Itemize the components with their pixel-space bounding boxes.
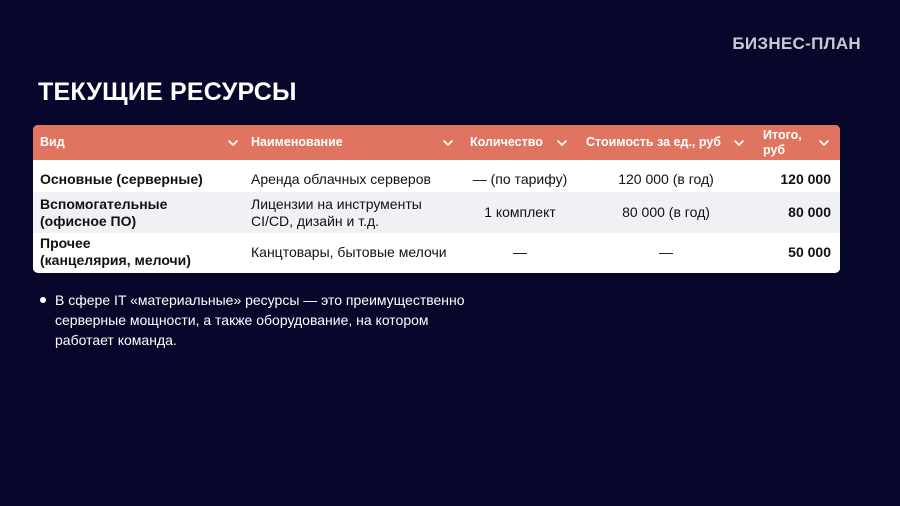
cell-quantity-text: — — [513, 243, 527, 260]
cell-type: Вспомогательные (офисное ПО) — [40, 192, 245, 233]
column-header-unit-cost[interactable]: Стоимость за ед., руб — [586, 125, 751, 160]
cell-type-text: Основные (серверные) — [40, 170, 203, 187]
chevron-down-icon[interactable] — [733, 137, 745, 149]
bullet-text-line: работает команда. — [55, 332, 177, 348]
column-header-label-line: руб — [763, 142, 786, 157]
cell-quantity: — — [461, 233, 579, 271]
cell-name: Лицензии на инструменты CI/CD, дизайн и … — [251, 192, 461, 233]
cell-type-line: Прочее — [40, 235, 91, 251]
cell-unit-cost: 120 000 (в год) — [586, 166, 746, 192]
cell-quantity-text: 1 комплект — [484, 204, 556, 220]
cell-quantity: — (по тарифу) — [461, 166, 579, 192]
cell-type: Прочее (канцелярия, мелочи) — [40, 233, 245, 271]
column-header-total[interactable]: Итого, руб — [763, 125, 833, 160]
chevron-down-icon[interactable] — [818, 137, 830, 149]
cell-total-text: 80 000 — [788, 204, 831, 220]
cell-total: 50 000 — [753, 233, 831, 271]
table-row: Вспомогательные (офисное ПО) Лицензии на… — [33, 192, 840, 233]
table-row: Основные (серверные) Аренда облачных сер… — [33, 166, 840, 192]
cell-name: Канцтовары, бытовые мелочи — [251, 233, 473, 271]
cell-type-line: (канцелярия, мелочи) — [40, 252, 191, 268]
bullet-text: В сфере IT «материальные» ресурсы — это … — [55, 290, 505, 350]
cell-name-text: Аренда облачных серверов — [251, 170, 431, 187]
column-header-label: Вид — [40, 135, 65, 149]
chevron-down-icon[interactable] — [442, 137, 454, 149]
chevron-down-icon[interactable] — [227, 137, 239, 149]
cell-name-line: CI/CD, дизайн и т.д. — [251, 212, 380, 229]
column-header-label: Итого, руб — [763, 128, 802, 158]
cell-type-line: Вспомогательные — [40, 195, 168, 212]
table-header: Вид Наименование Количество Стоимость за… — [33, 125, 840, 160]
column-header-label: Стоимость за ед., руб — [586, 135, 722, 149]
resources-table: Вид Наименование Количество Стоимость за… — [33, 125, 840, 273]
cell-total-text: 120 000 — [780, 170, 831, 187]
table-row: Прочее (канцелярия, мелочи) Канцтовары, … — [33, 233, 840, 271]
cell-total-text: 50 000 — [788, 243, 831, 260]
cell-type-text: Вспомогательные (офисное ПО) — [40, 196, 167, 230]
column-header-quantity[interactable]: Количество — [470, 125, 570, 160]
cell-total: 120 000 — [753, 166, 831, 192]
brand-label: БИЗНЕС-ПЛАН — [732, 34, 861, 53]
cell-unit-cost: — — [586, 233, 746, 271]
cell-name: Аренда облачных серверов — [251, 166, 461, 192]
chevron-down-icon[interactable] — [556, 137, 568, 149]
cell-type-text: Прочее (канцелярия, мелочи) — [40, 235, 191, 269]
cell-name-text: Лицензии на инструменты CI/CD, дизайн и … — [251, 196, 422, 230]
page-title: ТЕКУЩИЕ РЕСУРСЫ — [38, 78, 297, 106]
bullet-dot-icon — [40, 297, 46, 303]
cell-total: 80 000 — [753, 192, 831, 233]
cell-name-text: Канцтовары, бытовые мелочи — [251, 243, 447, 260]
cell-unit-cost: 80 000 (в год) — [586, 192, 746, 233]
cell-type: Основные (серверные) — [40, 166, 245, 192]
cell-unit-cost-text: 80 000 (в год) — [622, 204, 710, 220]
cell-type-line: (офисное ПО) — [40, 212, 137, 229]
cell-quantity: 1 комплект — [461, 192, 579, 233]
cell-unit-cost-text: 120 000 (в год) — [618, 170, 714, 187]
column-header-label: Количество — [470, 135, 543, 149]
bullet-text-line: серверные мощности, а также оборудование… — [55, 312, 429, 328]
column-header-label-line: Итого, — [763, 127, 802, 142]
cell-name-line: Лицензии на инструменты — [251, 195, 422, 212]
column-header-label: Наименование — [251, 135, 343, 149]
column-header-name[interactable]: Наименование — [251, 125, 456, 160]
column-header-type[interactable]: Вид — [40, 125, 240, 160]
bullet-text-line: В сфере IT «материальные» ресурсы — это … — [55, 292, 465, 308]
cell-quantity-text: — (по тарифу) — [472, 170, 568, 187]
cell-unit-cost-text: — — [659, 243, 673, 260]
